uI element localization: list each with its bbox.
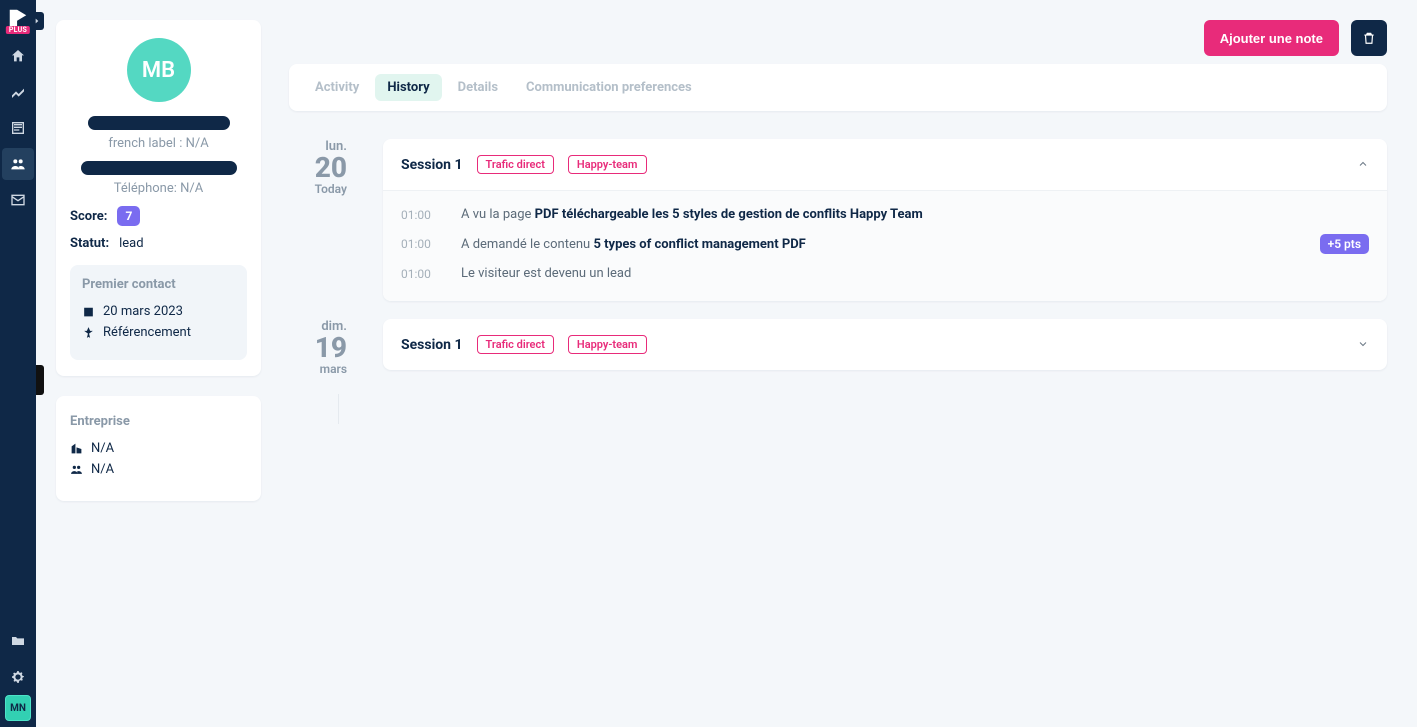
first-contact-source: Référencement xyxy=(103,325,191,340)
calendar-icon xyxy=(82,305,95,318)
score-badge: 7 xyxy=(117,206,140,226)
status-value: lead xyxy=(119,236,143,251)
nav-settings[interactable] xyxy=(2,661,34,693)
nav-home[interactable] xyxy=(2,40,34,72)
date-day: 20 xyxy=(289,154,347,182)
main-area: Ajouter une note Activity History Detail… xyxy=(271,0,1417,727)
contact-name-redacted xyxy=(88,116,230,130)
nav-contacts[interactable] xyxy=(2,148,34,180)
company-card: Entreprise N/A N/A xyxy=(56,396,261,501)
event-time: 01:00 xyxy=(401,208,437,222)
event-row: 01:00 A vu la page PDF téléchargeable les… xyxy=(401,201,1369,228)
event-text: Le visiteur est devenu un lead xyxy=(461,266,631,281)
event-row: 01:00 A demandé le contenu 5 types of con… xyxy=(401,228,1369,260)
event-time: 01:00 xyxy=(401,267,437,281)
session-tag: Trafic direct xyxy=(477,155,554,174)
timeline-row: lun.20Today Session 1 Trafic direct Happy-t… xyxy=(289,139,1387,301)
side-drawer-handle[interactable] xyxy=(36,365,44,395)
timeline-row: dim.19mars Session 1 Trafic direct Happy-te… xyxy=(289,319,1387,376)
first-contact-panel: Premier contact 20 mars 2023 Référenceme… xyxy=(70,265,247,360)
tab-comm-prefs[interactable]: Communication preferences xyxy=(514,74,704,101)
session-tag: Happy-team xyxy=(568,335,647,354)
info-column: MB french label : N/A Téléphone: N/A Sco… xyxy=(36,0,271,727)
rail-user-avatar[interactable]: MN xyxy=(5,695,31,721)
timeline: lun.20Today Session 1 Trafic direct Happy-t… xyxy=(289,139,1387,394)
date-block: dim.19mars xyxy=(289,319,361,376)
app-logo: PLUS xyxy=(4,4,32,32)
tab-details[interactable]: Details xyxy=(446,74,510,101)
timeline-tail xyxy=(338,394,339,424)
company-name: N/A xyxy=(91,441,114,456)
date-sub: mars xyxy=(289,362,347,376)
pin-icon xyxy=(82,326,95,339)
event-time: 01:00 xyxy=(401,237,437,251)
nav-rail: PLUS MN xyxy=(0,0,36,727)
company-people: N/A xyxy=(91,462,114,477)
points-badge: +5 pts xyxy=(1320,234,1369,254)
session-tag: Happy-team xyxy=(568,155,647,174)
date-block: lun.20Today xyxy=(289,139,361,196)
nav-analytics[interactable] xyxy=(2,76,34,108)
event-text: A demandé le contenu 5 types of conflict… xyxy=(461,237,806,252)
delete-button[interactable] xyxy=(1351,20,1387,56)
phone-label: Téléphone: N/A xyxy=(114,181,204,196)
event-text: A vu la page PDF téléchargeable les 5 st… xyxy=(461,207,923,222)
plus-badge: PLUS xyxy=(6,26,30,34)
rail-expand-toggle[interactable] xyxy=(30,12,44,30)
status-label: Statut: xyxy=(70,236,109,251)
add-note-button[interactable]: Ajouter une note xyxy=(1204,20,1339,56)
session-title: Session 1 xyxy=(401,157,463,173)
nav-email[interactable] xyxy=(2,184,34,216)
profile-card: MB french label : N/A Téléphone: N/A Sco… xyxy=(56,20,261,376)
people-icon xyxy=(70,463,83,476)
session-title: Session 1 xyxy=(401,337,463,353)
tab-history[interactable]: History xyxy=(375,74,441,101)
nav-files[interactable] xyxy=(2,625,34,657)
session-header[interactable]: Session 1 Trafic direct Happy-team xyxy=(383,139,1387,190)
date-sub: Today xyxy=(289,182,347,196)
contact-avatar: MB xyxy=(127,38,191,102)
session-card: Session 1 Trafic direct Happy-team xyxy=(383,319,1387,370)
first-contact-date: 20 mars 2023 xyxy=(103,304,183,319)
tabs-bar: Activity History Details Communication p… xyxy=(289,64,1387,111)
trash-icon xyxy=(1362,31,1376,45)
first-contact-title: Premier contact xyxy=(82,277,235,292)
nav-content[interactable] xyxy=(2,112,34,144)
tab-activity[interactable]: Activity xyxy=(303,74,371,101)
company-title: Entreprise xyxy=(70,414,247,429)
chevron-up-icon xyxy=(1357,155,1369,174)
session-header[interactable]: Session 1 Trafic direct Happy-team xyxy=(383,319,1387,370)
session-body: 01:00 A vu la page PDF téléchargeable les… xyxy=(383,190,1387,301)
event-row: 01:00 Le visiteur est devenu un lead xyxy=(401,260,1369,287)
date-day: 19 xyxy=(289,334,347,362)
company-icon xyxy=(70,442,83,455)
contact-email-redacted xyxy=(81,161,237,175)
score-label: Score: xyxy=(70,209,107,224)
session-tag: Trafic direct xyxy=(477,335,554,354)
session-card: Session 1 Trafic direct Happy-team 01:00 A v… xyxy=(383,139,1387,301)
chevron-down-icon xyxy=(1357,335,1369,354)
french-label: french label : N/A xyxy=(108,136,208,151)
top-actions: Ajouter une note xyxy=(289,20,1387,56)
